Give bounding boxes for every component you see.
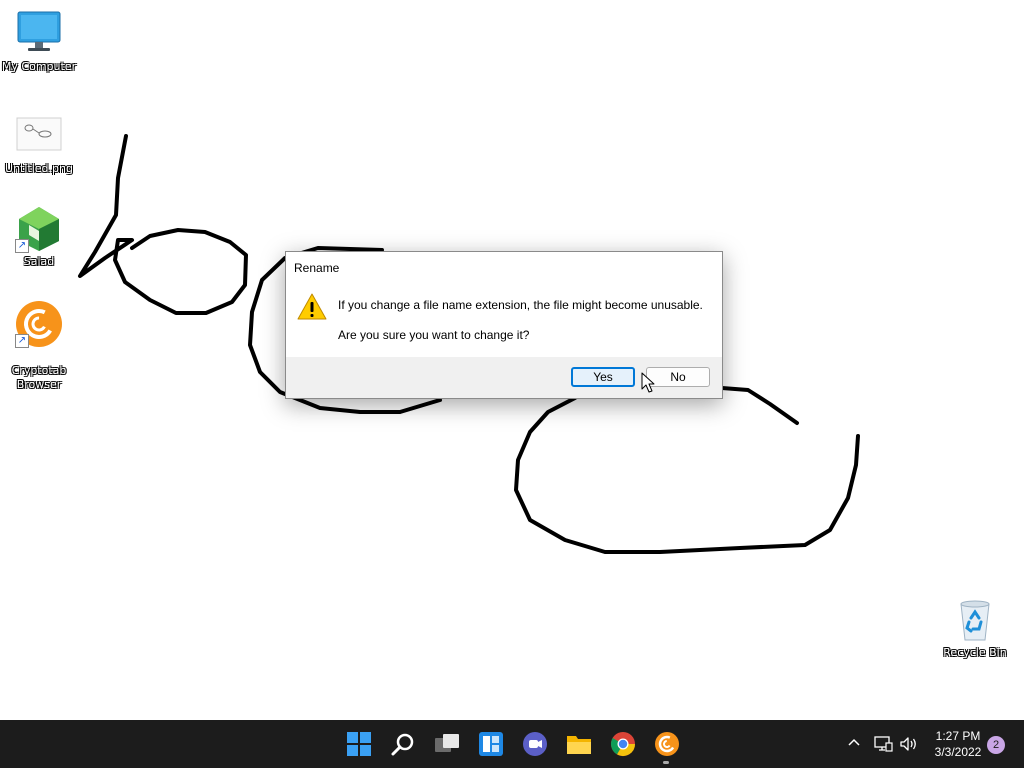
volume-icon[interactable] [898, 734, 918, 754]
rename-dialog: Rename If you change a file name extensi… [285, 251, 723, 399]
recycle-bin-icon [951, 596, 999, 644]
yes-button[interactable]: Yes [571, 367, 635, 387]
salad-icon: ↗ [15, 205, 63, 253]
desktop-icon-label: Salad [23, 255, 55, 268]
search-icon[interactable] [389, 730, 417, 758]
desktop-icon-salad[interactable]: ↗ Salad [0, 205, 78, 269]
desktop-icon-untitled-png[interactable]: Untitled.png [0, 112, 78, 176]
clock-time: 1:27 PM [935, 729, 981, 743]
network-icon[interactable] [873, 734, 893, 754]
image-file-icon [15, 112, 63, 160]
shortcut-arrow-icon: ↗ [15, 239, 29, 253]
active-app-indicator [663, 761, 669, 764]
cryptotab-icon[interactable] [653, 730, 681, 758]
desktop-icon-recycle-bin[interactable]: Recycle Bin [936, 596, 1014, 660]
clock-date: 3/3/2022 [934, 745, 982, 759]
taskbar-clock[interactable]: 1:27 PM 3/3/2022 [922, 728, 994, 760]
dialog-message: If you change a file name extension, the… [338, 298, 703, 312]
chrome-icon[interactable] [609, 730, 637, 758]
teams-chat-icon[interactable] [521, 730, 549, 758]
notification-badge[interactable]: 2 [987, 736, 1005, 754]
dialog-footer: Yes No [286, 357, 722, 398]
task-view-icon[interactable] [433, 730, 461, 758]
desktop-icon-label: My Computer [1, 60, 77, 73]
chevron-up-icon[interactable] [846, 734, 862, 752]
desktop-icon-label-text: Cryptotab Browser [11, 364, 67, 391]
mouse-cursor-icon [641, 372, 655, 393]
file-explorer-icon[interactable] [565, 730, 593, 758]
widgets-icon[interactable] [477, 730, 505, 758]
desktop-icon-my-computer[interactable]: My Computer [0, 10, 78, 74]
start-icon[interactable] [345, 730, 373, 758]
warning-icon [297, 293, 327, 321]
desktop-icon-label: Recycle Bin [943, 646, 1007, 659]
taskbar: 1:27 PM 3/3/2022 2 [0, 720, 1024, 768]
desktop-icon-cryptotab-browser[interactable]: ↗ Cryptotab Browser [0, 300, 78, 392]
shortcut-arrow-icon: ↗ [15, 334, 29, 348]
no-button[interactable]: No [646, 367, 710, 387]
desktop-icon-label: Untitled.png [5, 162, 73, 175]
dialog-question: Are you sure you want to change it? [338, 328, 530, 342]
cryptotab-icon: ↗ [15, 300, 63, 348]
desktop-icon-label: Cryptotab Browser [9, 350, 69, 392]
monitor-icon [15, 10, 63, 58]
dialog-title: Rename [294, 261, 340, 275]
